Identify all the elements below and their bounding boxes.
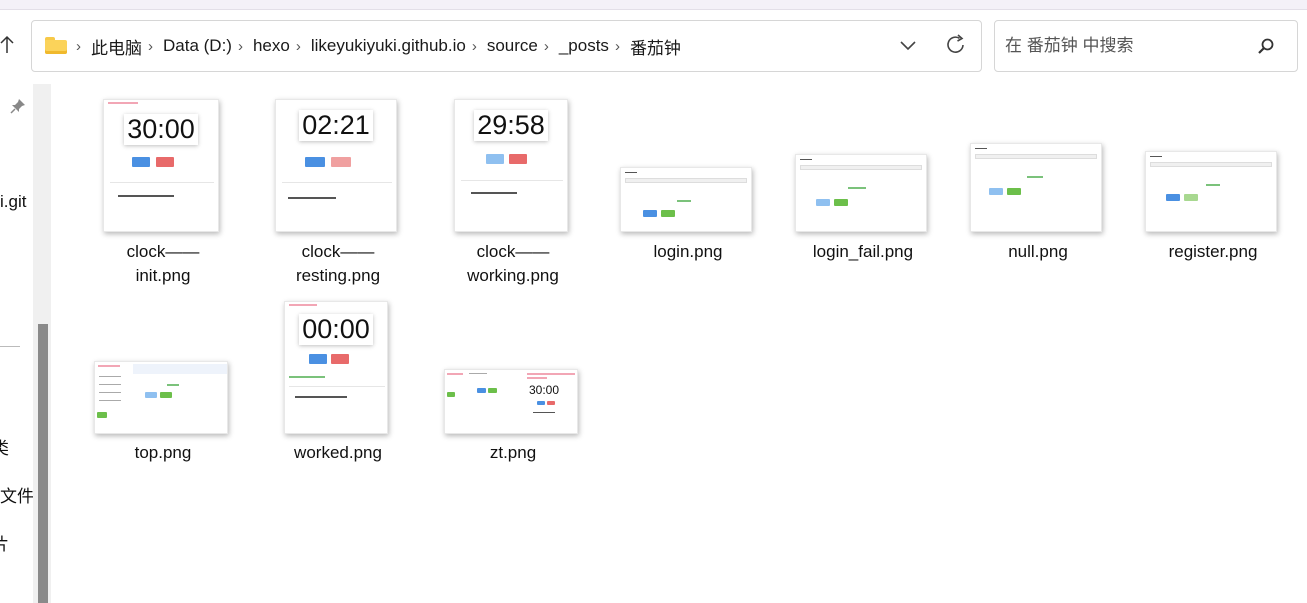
folder-icon xyxy=(45,37,67,54)
chevron-down-icon[interactable] xyxy=(898,35,918,55)
preview-timer: 30:00 xyxy=(529,383,560,397)
file-item[interactable]: register.png xyxy=(1133,84,1293,294)
window-top-strip xyxy=(0,0,1307,10)
file-thumbnail xyxy=(795,154,927,232)
file-item[interactable]: 29:58 clock—— working.png xyxy=(433,84,593,294)
file-item[interactable]: 30:00 zt.png xyxy=(433,294,593,474)
file-name: register.png xyxy=(1168,242,1258,261)
chevron-right-icon[interactable]: › xyxy=(76,38,81,55)
nav-item-site[interactable]: i.git xyxy=(0,192,33,212)
file-name: clock—— working.png xyxy=(467,242,559,285)
nav-item-pictures[interactable]: 片 xyxy=(0,530,33,555)
nav-item-files[interactable]: 文件 xyxy=(0,482,33,507)
pin-icon[interactable] xyxy=(10,98,26,114)
file-item[interactable]: 02:21 clock—— resting.png xyxy=(258,84,418,294)
breadcrumb-item-source[interactable]: source xyxy=(487,36,538,56)
nav-item-category[interactable]: 类 xyxy=(0,434,33,459)
file-item[interactable]: top.png xyxy=(83,294,243,474)
file-item[interactable]: login_fail.png xyxy=(783,84,943,294)
search-input[interactable] xyxy=(1005,33,1245,59)
breadcrumb-item-posts[interactable]: _posts xyxy=(559,36,609,56)
preview-timer: 02:21 xyxy=(276,110,396,141)
file-thumbnail: 30:00 xyxy=(103,99,219,232)
file-thumbnail xyxy=(620,167,752,232)
file-thumbnail xyxy=(970,143,1102,232)
preview-timer: 29:58 xyxy=(455,110,567,141)
file-thumbnail: 00:00 xyxy=(284,301,388,434)
chevron-right-icon[interactable]: › xyxy=(296,38,301,55)
file-grid: 30:00 clock—— init.png 02:21 clock—— resti… xyxy=(60,84,1307,603)
file-item[interactable]: 30:00 clock—— init.png xyxy=(83,84,243,294)
file-thumbnail xyxy=(1145,151,1277,232)
chevron-right-icon[interactable]: › xyxy=(148,38,153,55)
file-name: top.png xyxy=(134,443,192,462)
search-box[interactable] xyxy=(994,20,1298,72)
refresh-icon[interactable] xyxy=(945,33,967,57)
nav-divider xyxy=(0,346,20,347)
search-icon[interactable] xyxy=(1257,37,1275,55)
breadcrumb-item-drive[interactable]: Data (D:) xyxy=(163,36,232,56)
file-thumbnail: 02:21 xyxy=(275,99,397,232)
nav-scrollbar-thumb[interactable] xyxy=(38,324,48,603)
navigation-pane: i.git 类 文件 片 xyxy=(0,84,60,603)
file-thumbnail xyxy=(94,361,228,434)
file-name: login_fail.png xyxy=(812,242,914,261)
file-name: worked.png xyxy=(294,443,382,462)
breadcrumb: › 此电脑 › Data (D:) › hexo › likeyukiyuki.… xyxy=(76,21,681,71)
file-name: login.png xyxy=(653,242,723,261)
breadcrumb-item-current[interactable]: 番茄钟 xyxy=(630,34,681,59)
file-name: null.png xyxy=(1008,242,1068,261)
address-bar[interactable]: › 此电脑 › Data (D:) › hexo › likeyukiyuki.… xyxy=(31,20,982,72)
file-name: clock—— init.png xyxy=(126,242,200,285)
file-item[interactable]: null.png xyxy=(958,84,1118,294)
file-item[interactable]: 00:00 worked.png xyxy=(258,294,418,474)
file-item[interactable]: login.png xyxy=(608,84,768,294)
breadcrumb-item-site[interactable]: likeyukiyuki.github.io xyxy=(311,36,466,56)
preview-timer: 00:00 xyxy=(285,314,387,345)
file-name: zt.png xyxy=(489,443,537,462)
chevron-right-icon[interactable]: › xyxy=(238,38,243,55)
up-arrow-icon[interactable] xyxy=(0,34,14,56)
breadcrumb-item-this-pc[interactable]: 此电脑 xyxy=(91,34,142,59)
breadcrumb-item-hexo[interactable]: hexo xyxy=(253,36,290,56)
preview-timer: 30:00 xyxy=(104,114,218,145)
chevron-right-icon[interactable]: › xyxy=(615,38,620,55)
chevron-right-icon[interactable]: › xyxy=(544,38,549,55)
file-thumbnail: 29:58 xyxy=(454,99,568,232)
file-thumbnail: 30:00 xyxy=(444,369,578,434)
chevron-right-icon[interactable]: › xyxy=(472,38,477,55)
file-name: clock—— resting.png xyxy=(295,242,381,285)
